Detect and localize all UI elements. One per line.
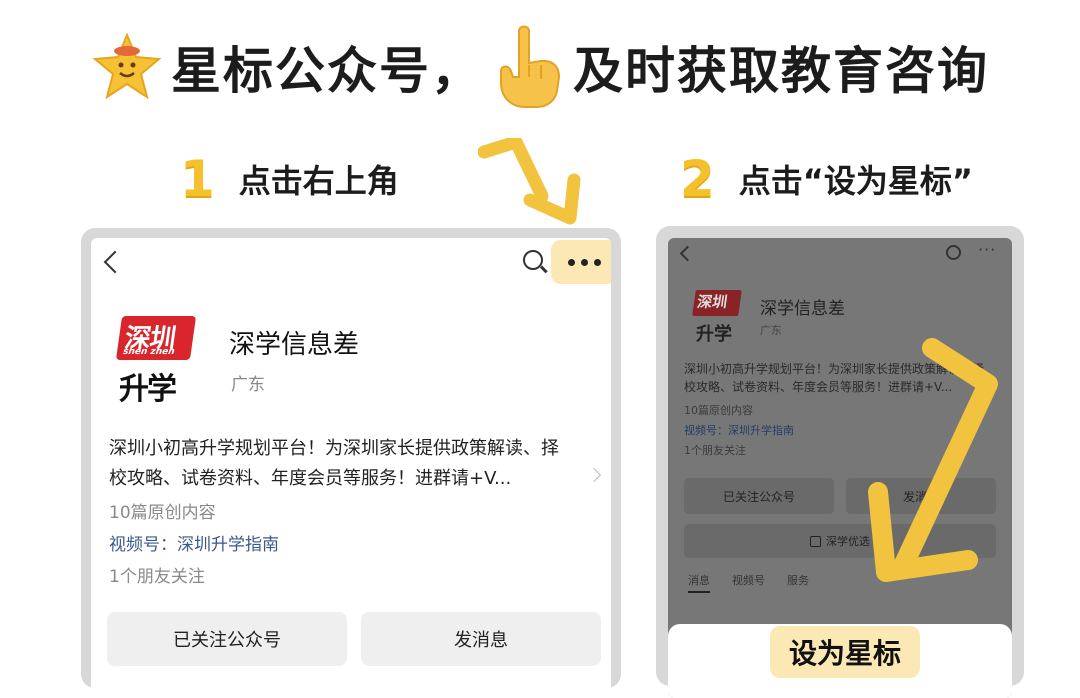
tab-services: 服务: [787, 574, 809, 587]
followed-button: 已关注公众号: [684, 478, 834, 514]
dot-icon: [567, 258, 575, 266]
send-message-button[interactable]: 发消息: [361, 612, 601, 666]
headline-text: 星标公众号，: [171, 42, 483, 100]
dot-icon: [580, 258, 588, 266]
followed-button[interactable]: 已关注公众号: [107, 612, 347, 666]
headline-tail: 及时获取教育咨询: [573, 42, 989, 100]
headline: 星标公众号， 及时获取教育咨询: [0, 22, 1080, 112]
set-as-starred-button[interactable]: 设为星标: [770, 626, 920, 678]
tab-messages: 消息: [688, 572, 710, 593]
step-1: 1 点击右上角: [180, 150, 399, 208]
account-intro[interactable]: 深圳小初高升学规划平台！为深圳家长提供政策解读、择 校攻略、试卷资料、年度会员等…: [109, 434, 589, 494]
bag-icon: [810, 535, 821, 547]
tab-video: 视频号: [732, 574, 765, 587]
account-name: 深学信息差: [229, 330, 360, 360]
dot-icon: [593, 258, 601, 266]
account-region: 广东: [231, 375, 265, 395]
video-channel-link: 视频号：深圳升学指南: [684, 424, 794, 437]
step-1-label: 点击右上角: [238, 162, 399, 200]
step-2-label: 点击“设为星标”: [738, 162, 973, 200]
logo-text-bottom: 升学: [119, 372, 177, 407]
logo-text-bottom: 升学: [696, 324, 732, 345]
original-count: 10篇原创内容: [684, 404, 753, 417]
chevron-right-icon[interactable]: [586, 467, 602, 483]
search-icon[interactable]: [523, 250, 543, 270]
account-name: 深学信息差: [760, 299, 845, 319]
step-2: 2 点击“设为星标”: [680, 150, 973, 208]
more-options-icon[interactable]: ···: [978, 240, 996, 259]
star-face-icon: [92, 32, 162, 100]
account-profile-screen: 深圳 shen zhen 升学 深学信息差 广东 深圳小初高升学规划平台！为深圳…: [91, 238, 611, 698]
logo-text-top: 深圳: [695, 293, 729, 311]
account-region: 广东: [760, 324, 782, 337]
friends-following: 1个朋友关注: [109, 567, 205, 587]
video-channel-link[interactable]: 视频号：深圳升学指南: [109, 530, 279, 555]
back-arrow-icon[interactable]: [679, 245, 696, 262]
logo-pinyin: shen zhen: [122, 347, 176, 357]
curved-arrow-icon: [478, 138, 581, 225]
logo-red-block: 深圳 shen zhen: [115, 316, 197, 360]
search-icon[interactable]: [946, 245, 961, 260]
intro-line-2: 校攻略、试卷资料、年度会员等服务！进群请+V...: [109, 468, 512, 489]
original-count: 10篇原创内容: [109, 503, 216, 523]
intro-line-1: 深圳小初高升学规划平台！为深圳家长提供政策解读、择: [109, 438, 559, 459]
friends-following: 1个朋友关注: [684, 444, 746, 457]
phone-step-1: 深圳 shen zhen 升学 深学信息差 广东 深圳小初高升学规划平台！为深圳…: [81, 228, 621, 698]
account-logo: 深圳 shen zhen 升学: [115, 314, 199, 407]
more-options-button[interactable]: [551, 240, 611, 284]
pointing-hand-icon: [500, 25, 561, 108]
big-down-arrow-icon: [868, 338, 998, 582]
profile-tabs: 消息 视频号 服务: [688, 572, 809, 593]
step-2-number: 2: [680, 150, 715, 208]
back-arrow-icon[interactable]: [103, 250, 127, 274]
logo-red-block: 深圳: [692, 290, 742, 316]
step-1-number: 1: [180, 150, 215, 208]
account-logo: 深圳 升学: [692, 290, 746, 345]
action-sheet: 设为星标: [668, 624, 1012, 698]
